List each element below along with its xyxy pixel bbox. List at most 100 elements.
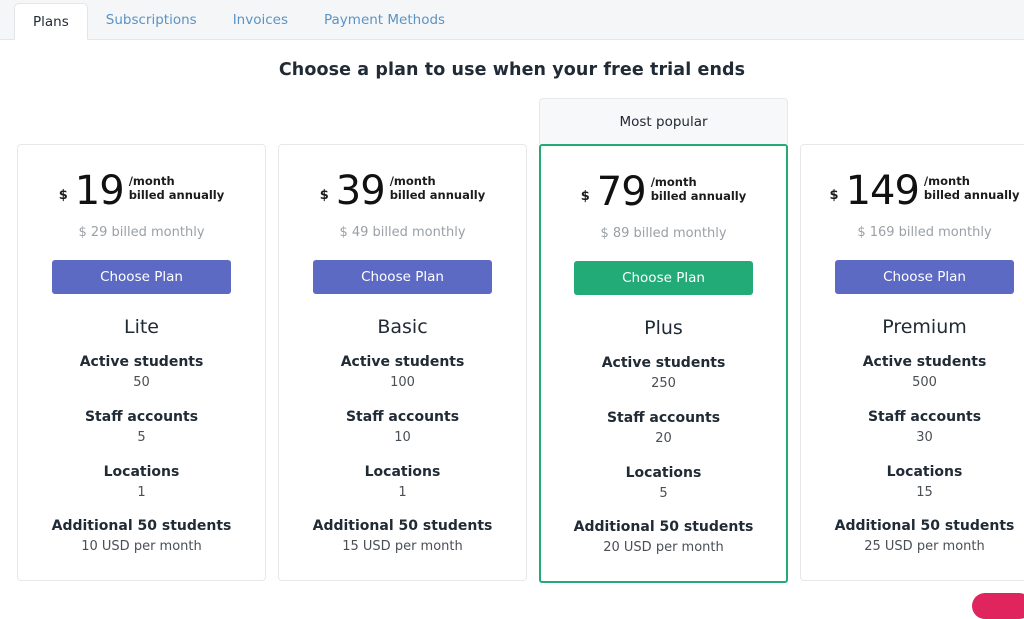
- choose-plan-button-lite[interactable]: Choose Plan: [52, 260, 231, 294]
- feature-value: 30: [815, 428, 1024, 449]
- feature-item: Staff accounts 10: [293, 407, 512, 449]
- plan-name-plus: Plus: [555, 317, 772, 339]
- feature-value: 10 USD per month: [32, 537, 251, 558]
- feature-item: Staff accounts 30: [815, 407, 1024, 449]
- feature-item: Locations 1: [293, 462, 512, 504]
- per-month-label: /month: [651, 175, 747, 189]
- price-period: /month billed annually: [924, 174, 1020, 203]
- price-line: $ 19 /month billed annually: [32, 171, 251, 211]
- price-period: /month billed annually: [390, 174, 486, 203]
- feature-label: Additional 50 students: [32, 516, 251, 537]
- price-amount: 149: [846, 171, 919, 211]
- feature-item: Locations 5: [555, 463, 772, 505]
- currency-symbol: $: [59, 188, 68, 203]
- billed-monthly-note: $ 29 billed monthly: [32, 225, 251, 240]
- feature-label: Active students: [555, 353, 772, 374]
- feature-value: 10: [293, 428, 512, 449]
- billed-monthly-note: $ 49 billed monthly: [293, 225, 512, 240]
- feature-value: 1: [293, 483, 512, 504]
- features-list: Active students 100 Staff accounts 10 Lo…: [293, 352, 512, 558]
- most-popular-badge: Most popular: [539, 98, 788, 144]
- plan-column-plus: Most popular $ 79 /month billed annually…: [539, 98, 788, 583]
- feature-label: Active students: [293, 352, 512, 373]
- feature-item: Active students 100: [293, 352, 512, 394]
- price-line: $ 79 /month billed annually: [555, 172, 772, 212]
- feature-value: 5: [555, 484, 772, 505]
- billed-annually-label: billed annually: [924, 188, 1020, 202]
- plans-container: $ 19 /month billed annually $ 29 billed …: [0, 98, 1024, 583]
- feature-value: 15: [815, 483, 1024, 504]
- chat-widget-button[interactable]: [972, 593, 1024, 619]
- tab-bar: Plans Subscriptions Invoices Payment Met…: [0, 0, 1024, 40]
- page-title: Choose a plan to use when your free tria…: [0, 60, 1024, 80]
- price-amount: 19: [75, 171, 124, 211]
- currency-symbol: $: [830, 188, 839, 203]
- plans-row: $ 19 /month billed annually $ 29 billed …: [17, 98, 1024, 583]
- price-period: /month billed annually: [651, 175, 747, 204]
- tab-subscriptions[interactable]: Subscriptions: [88, 0, 215, 39]
- choose-plan-button-premium[interactable]: Choose Plan: [835, 260, 1014, 294]
- feature-label: Additional 50 students: [815, 516, 1024, 537]
- currency-symbol: $: [320, 188, 329, 203]
- features-list: Active students 50 Staff accounts 5 Loca…: [32, 352, 251, 558]
- feature-item: Locations 1: [32, 462, 251, 504]
- feature-value: 20: [555, 429, 772, 450]
- plan-card-plus: $ 79 /month billed annually $ 89 billed …: [539, 144, 788, 583]
- feature-item: Additional 50 students 10 USD per month: [32, 516, 251, 558]
- billed-annually-label: billed annually: [651, 189, 747, 203]
- plan-column-basic: $ 39 /month billed annually $ 49 billed …: [278, 98, 527, 581]
- feature-item: Locations 15: [815, 462, 1024, 504]
- feature-label: Staff accounts: [293, 407, 512, 428]
- feature-label: Additional 50 students: [555, 517, 772, 538]
- feature-value: 250: [555, 374, 772, 395]
- feature-label: Locations: [815, 462, 1024, 483]
- per-month-label: /month: [390, 174, 486, 188]
- plan-name-premium: Premium: [815, 316, 1024, 338]
- tab-label: Invoices: [233, 12, 288, 28]
- price-amount: 79: [597, 172, 646, 212]
- feature-item: Staff accounts 20: [555, 408, 772, 450]
- feature-label: Additional 50 students: [293, 516, 512, 537]
- feature-item: Additional 50 students 20 USD per month: [555, 517, 772, 559]
- feature-label: Staff accounts: [32, 407, 251, 428]
- feature-label: Locations: [293, 462, 512, 483]
- feature-label: Staff accounts: [815, 407, 1024, 428]
- feature-value: 500: [815, 373, 1024, 394]
- features-list: Active students 500 Staff accounts 30 Lo…: [815, 352, 1024, 558]
- feature-value: 15 USD per month: [293, 537, 512, 558]
- feature-value: 1: [32, 483, 251, 504]
- feature-item: Active students 500: [815, 352, 1024, 394]
- feature-value: 100: [293, 373, 512, 394]
- price-line: $ 149 /month billed annually: [815, 171, 1024, 211]
- currency-symbol: $: [581, 189, 590, 204]
- plan-card-basic: $ 39 /month billed annually $ 49 billed …: [278, 144, 527, 581]
- choose-plan-button-plus[interactable]: Choose Plan: [574, 261, 753, 295]
- tab-label: Plans: [33, 14, 69, 30]
- tab-invoices[interactable]: Invoices: [215, 0, 306, 39]
- billed-annually-label: billed annually: [129, 188, 225, 202]
- tab-plans[interactable]: Plans: [14, 3, 88, 40]
- plan-column-premium: $ 149 /month billed annually $ 169 bille…: [800, 98, 1024, 581]
- feature-label: Locations: [32, 462, 251, 483]
- feature-label: Active students: [32, 352, 251, 373]
- feature-item: Active students 50: [32, 352, 251, 394]
- feature-label: Locations: [555, 463, 772, 484]
- feature-value: 25 USD per month: [815, 537, 1024, 558]
- billed-monthly-note: $ 169 billed monthly: [815, 225, 1024, 240]
- features-list: Active students 250 Staff accounts 20 Lo…: [555, 353, 772, 559]
- price-period: /month billed annually: [129, 174, 225, 203]
- feature-item: Additional 50 students 15 USD per month: [293, 516, 512, 558]
- feature-item: Additional 50 students 25 USD per month: [815, 516, 1024, 558]
- choose-plan-button-basic[interactable]: Choose Plan: [313, 260, 492, 294]
- plan-name-basic: Basic: [293, 316, 512, 338]
- price-amount: 39: [336, 171, 385, 211]
- feature-value: 50: [32, 373, 251, 394]
- billed-annually-label: billed annually: [390, 188, 486, 202]
- feature-item: Staff accounts 5: [32, 407, 251, 449]
- tab-payment-methods[interactable]: Payment Methods: [306, 0, 463, 39]
- per-month-label: /month: [129, 174, 225, 188]
- tab-label: Payment Methods: [324, 12, 445, 28]
- feature-value: 5: [32, 428, 251, 449]
- footer-area: [0, 591, 1024, 613]
- plan-name-lite: Lite: [32, 316, 251, 338]
